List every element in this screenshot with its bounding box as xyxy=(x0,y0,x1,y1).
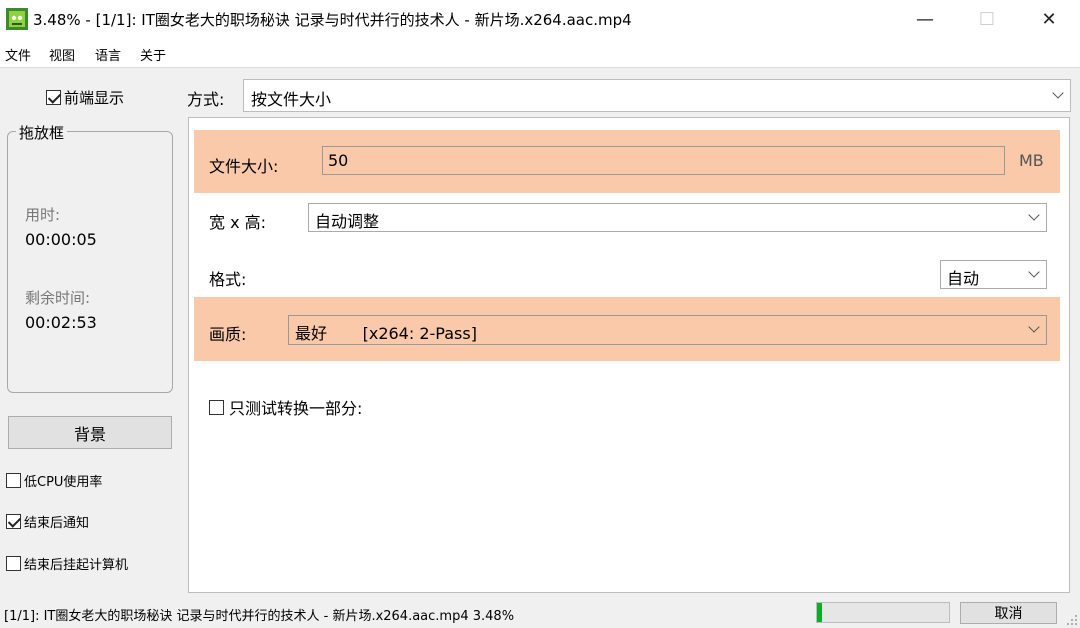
method-label: 方式: xyxy=(187,90,225,109)
chevron-down-icon xyxy=(1028,209,1040,221)
notify-label: 结束后通知 xyxy=(24,516,90,531)
format-label: 格式: xyxy=(209,270,247,289)
topmost-label: 前端显示 xyxy=(64,89,125,107)
progress-bar xyxy=(816,602,950,623)
file-size-unit: MB xyxy=(1019,151,1044,170)
suspend-checkbox[interactable] xyxy=(6,556,21,571)
left-panel: 前端显示 拖放框 用时: 00:00:05 剩余时间: 00:02:53 背景 … xyxy=(0,68,183,598)
format-value: 自动 xyxy=(947,269,980,288)
method-value: 按文件大小 xyxy=(251,90,332,109)
maximize-button[interactable]: ☐ xyxy=(956,0,1018,38)
low-cpu-checkbox[interactable] xyxy=(6,473,21,488)
close-button[interactable]: ✕ xyxy=(1018,0,1080,38)
resolution-label: 宽 x 高: xyxy=(209,213,267,232)
cancel-button[interactable]: 取消 xyxy=(960,602,1057,624)
title-bar: 3.48% - [1/1]: IT圈女老大的职场秘诀 记录与时代并行的技术人 -… xyxy=(0,0,1080,38)
quality-value: 最好 [x264: 2-Pass] xyxy=(295,324,477,343)
suspend-label: 结束后挂起计算机 xyxy=(24,558,129,573)
window-title: 3.48% - [1/1]: IT圈女老大的职场秘诀 记录与时代并行的技术人 -… xyxy=(33,11,632,29)
drag-drop-frame[interactable]: 拖放框 用时: 00:00:05 剩余时间: 00:02:53 xyxy=(7,122,173,393)
topmost-checkbox[interactable] xyxy=(46,90,61,105)
elapsed-label: 用时: xyxy=(25,206,61,224)
low-cpu-label: 低CPU使用率 xyxy=(24,475,103,490)
partial-test-option[interactable]: 只测试转换一部分: xyxy=(209,395,362,419)
chevron-down-icon xyxy=(1028,266,1040,278)
low-cpu-option[interactable]: 低CPU使用率 xyxy=(6,471,102,490)
remaining-value: 00:02:53 xyxy=(25,313,97,332)
menu-language[interactable]: 语言 xyxy=(95,45,121,64)
quality-select[interactable]: 最好 [x264: 2-Pass] xyxy=(288,315,1047,345)
resize-grip-icon[interactable] xyxy=(1066,614,1078,626)
chevron-down-icon xyxy=(1028,321,1040,333)
remaining-label: 剩余时间: xyxy=(25,289,91,307)
resolution-value: 自动调整 xyxy=(315,212,380,231)
partial-test-checkbox[interactable] xyxy=(209,399,224,415)
suspend-option[interactable]: 结束后挂起计算机 xyxy=(6,554,128,573)
format-select[interactable]: 自动 xyxy=(940,260,1047,289)
menu-bar: 文件 视图 语言 关于 xyxy=(0,38,1080,68)
file-size-label: 文件大小: xyxy=(209,157,279,176)
status-text: [1/1]: IT圈女老大的职场秘诀 记录与时代并行的技术人 - 新片场.x26… xyxy=(4,609,515,624)
notify-checkbox[interactable] xyxy=(6,514,21,529)
background-button[interactable]: 背景 xyxy=(8,416,172,449)
progress-fill xyxy=(817,603,822,622)
minimize-button[interactable]: — xyxy=(894,0,956,38)
quality-label: 画质: xyxy=(209,325,247,344)
topmost-checkbox-row[interactable]: 前端显示 xyxy=(46,87,124,108)
chevron-down-icon xyxy=(1052,87,1064,99)
app-logo-icon xyxy=(6,8,28,30)
notify-option[interactable]: 结束后通知 xyxy=(6,512,89,531)
file-size-value: 50 xyxy=(328,151,349,170)
menu-view[interactable]: 视图 xyxy=(49,45,75,64)
menu-about[interactable]: 关于 xyxy=(140,45,166,64)
file-size-input[interactable]: 50 xyxy=(322,146,1005,175)
elapsed-value: 00:00:05 xyxy=(25,230,97,249)
partial-test-label: 只测试转换一部分: xyxy=(229,399,363,418)
resolution-select[interactable]: 自动调整 xyxy=(308,203,1047,232)
menu-file[interactable]: 文件 xyxy=(5,45,31,64)
method-select[interactable]: 按文件大小 xyxy=(243,79,1071,112)
drag-frame-label: 拖放框 xyxy=(16,122,68,143)
